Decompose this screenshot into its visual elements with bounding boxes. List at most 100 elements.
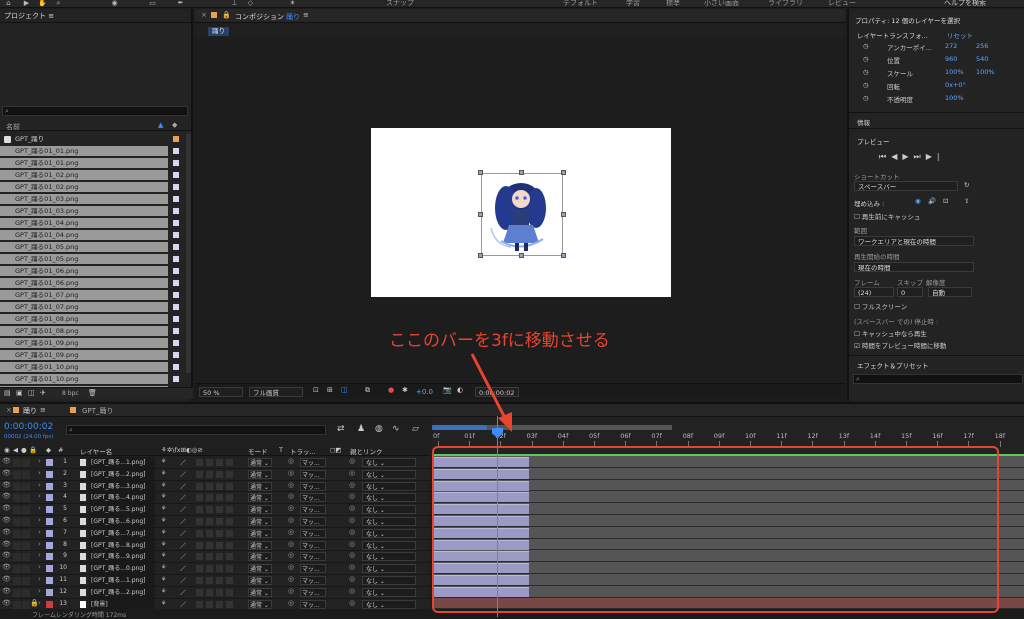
parent-dropdown[interactable]: なし ⌄ <box>362 552 416 562</box>
project-item-file[interactable]: GPT_踊る01_01.png <box>0 157 183 169</box>
stamp-tool-icon[interactable]: ⊥ <box>230 0 239 7</box>
layer-row[interactable]: 👁 › 8 [GPT_踊る...8.png] ⚘ ／ 通常 ⌄ ◎ マッ... ◎ なし ⌄ <box>0 539 430 552</box>
project-item-file[interactable]: GPT_踊る01_03.png <box>0 193 183 205</box>
layer-switch[interactable] <box>226 576 233 584</box>
shy-switch-icon[interactable]: ⚘ <box>161 541 166 548</box>
layer-switch[interactable] <box>196 588 203 596</box>
info-section-label[interactable]: 情報 <box>857 117 870 127</box>
parent-dropdown[interactable]: なし ⌄ <box>362 564 416 574</box>
home-icon[interactable]: ⌂ <box>4 0 13 7</box>
audio-toggle[interactable] <box>13 529 21 538</box>
timeline-tab-comp[interactable]: 踊り <box>23 406 37 416</box>
mask-icon[interactable]: ◫ <box>341 386 348 394</box>
snap-label[interactable]: スナップ <box>386 0 414 7</box>
layer-switch[interactable] <box>226 494 233 502</box>
layer-switch[interactable] <box>216 506 223 514</box>
close-tab-icon[interactable]: × <box>201 11 207 19</box>
project-item-comp[interactable]: GPT_踊り <box>0 133 183 145</box>
project-item-file[interactable]: GPT_踊る01_04.png <box>0 217 183 229</box>
track-matte-icon[interactable]: ◎ <box>288 528 294 536</box>
solo-toggle[interactable] <box>22 459 30 467</box>
layer-switch[interactable] <box>196 459 203 466</box>
blend-mode-dropdown[interactable]: 通常 ⌄ <box>248 587 272 597</box>
cache-before-checkbox[interactable]: ☐ 再生前にキャッシュ <box>854 211 920 221</box>
layer-row[interactable]: 👁 › 4 [GPT_踊る...4.png] ⚘ ／ 通常 ⌄ ◎ マッ... ◎ なし ⌄ <box>0 492 430 505</box>
panel-menu-icon[interactable]: ≡ <box>40 406 46 414</box>
layer-switch[interactable] <box>196 517 203 525</box>
layer-switch[interactable] <box>206 459 213 466</box>
label-swatch[interactable] <box>173 172 179 178</box>
timeline-timecode[interactable]: 0:00:00:02 <box>4 422 53 432</box>
label-swatch[interactable] <box>173 220 179 226</box>
video-toggle-icon[interactable]: ◉ <box>915 197 921 205</box>
audio-toggle[interactable] <box>13 553 21 562</box>
transform-handle[interactable] <box>519 170 524 175</box>
interpret-footage-icon[interactable]: ▤ <box>4 389 11 397</box>
parent-dropdown[interactable]: なし ⌄ <box>362 528 416 538</box>
track-matte-dropdown[interactable]: マッ... <box>300 481 326 491</box>
layer-name[interactable]: [GPT_踊る...4.png] <box>89 492 155 504</box>
project-item-file[interactable]: GPT_踊る01_05.png <box>0 253 183 265</box>
shy-switch-icon[interactable]: ⚘ <box>161 576 166 583</box>
audio-toggle[interactable] <box>13 565 21 574</box>
label-swatch[interactable] <box>173 232 179 238</box>
layer-switch[interactable] <box>216 470 223 478</box>
layer-switch[interactable] <box>196 494 203 502</box>
label-swatch[interactable] <box>173 268 179 274</box>
quality-switch-icon[interactable]: ／ <box>180 470 186 479</box>
grid-icon[interactable]: ⊞ <box>327 386 333 394</box>
quality-switch-icon[interactable]: ／ <box>180 505 186 514</box>
pickwhip-icon[interactable]: ◎ <box>349 563 355 571</box>
solo-toggle[interactable] <box>22 494 30 503</box>
project-item-file[interactable]: GPT_踊る01_09.png <box>0 337 183 349</box>
layer-label-color[interactable] <box>46 482 53 490</box>
composition-tab-name[interactable]: 踊り <box>286 12 300 22</box>
layer-name[interactable]: [GPT_踊る...2.png] <box>89 468 155 480</box>
show-snapshot-icon[interactable]: ◐ <box>457 386 463 394</box>
layer-row[interactable]: 👁 › 2 [GPT_踊る...2.png] ⚘ ／ 通常 ⌄ ◎ マッ... ◎ なし ⌄ <box>0 468 430 481</box>
preview-section-label[interactable]: プレビュー <box>857 136 890 146</box>
track-matte-dropdown[interactable]: マッ... <box>300 587 326 597</box>
expand-chevron-icon[interactable]: › <box>38 492 41 500</box>
expand-chevron-icon[interactable]: › <box>38 528 41 536</box>
layer-label-color[interactable] <box>46 553 53 561</box>
blend-mode-dropdown[interactable]: 通常 ⌄ <box>248 505 272 515</box>
project-item-file[interactable]: GPT_踊る01_04.png <box>0 229 183 241</box>
pen-tool-icon[interactable]: ✒ <box>176 0 185 7</box>
layer-switch[interactable] <box>216 517 223 525</box>
shy-switch-icon[interactable]: ⚘ <box>161 482 166 489</box>
comp-breadcrumb-chip[interactable]: 踊り <box>208 27 229 36</box>
mode-column[interactable]: モード <box>248 446 268 456</box>
layer-name[interactable]: [GPT_踊る...7.png] <box>89 527 155 539</box>
layer-switch[interactable] <box>226 506 233 514</box>
project-item-file[interactable]: GPT_踊る01_08.png <box>0 325 183 337</box>
blend-mode-dropdown[interactable]: 通常 ⌄ <box>248 481 272 491</box>
render-icon[interactable]: ✈ <box>40 389 46 397</box>
visibility-toggle-icon[interactable]: 👁 <box>2 599 11 607</box>
color-channel-icon[interactable]: ● <box>388 386 394 394</box>
layer-switch[interactable] <box>226 541 233 549</box>
layer-switch[interactable] <box>206 588 213 596</box>
frame-blend-icon[interactable]: ▱ <box>412 424 419 434</box>
region-icon[interactable]: ⊡ <box>313 386 319 394</box>
layer-row[interactable]: 👁 › 10 [GPT_踊る...0.png] ⚘ ／ 通常 ⌄ ◎ マッ... ◎ なし ⌄ <box>0 563 430 575</box>
visibility-toggle-icon[interactable]: 👁 <box>2 469 11 477</box>
layer-switch[interactable] <box>216 541 223 549</box>
layer-switch[interactable] <box>196 506 203 514</box>
layer-name[interactable]: [GPT_踊る...5.png] <box>89 504 155 516</box>
expand-chevron-icon[interactable]: › <box>38 551 41 559</box>
expand-chevron-icon[interactable]: › <box>38 587 41 595</box>
new-folder-icon[interactable]: ▣ <box>16 389 23 397</box>
track-matte-dropdown[interactable]: マッ... <box>300 516 326 526</box>
layer-switch[interactable] <box>216 529 223 537</box>
solo-toggle[interactable] <box>22 565 30 574</box>
shy-switch-icon[interactable]: ⚘ <box>161 552 166 559</box>
parent-dropdown[interactable]: なし ⌄ <box>362 516 416 526</box>
timeline-search-input[interactable]: ⌕ <box>66 425 326 435</box>
blend-mode-dropdown[interactable]: 通常 ⌄ <box>248 564 272 574</box>
layer-switch[interactable] <box>196 565 203 573</box>
pickwhip-icon[interactable]: ◎ <box>349 469 355 477</box>
close-tab-icon[interactable]: × <box>6 406 12 414</box>
project-item-file[interactable]: GPT_踊る01_09.png <box>0 349 183 361</box>
transform-handle[interactable] <box>561 253 566 258</box>
